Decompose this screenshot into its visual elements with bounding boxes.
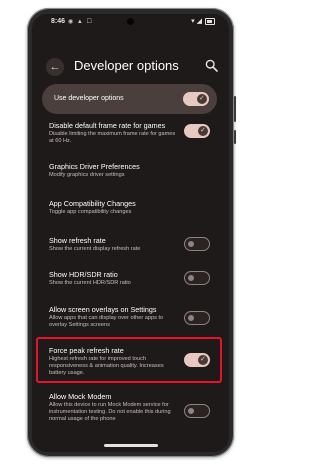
setting-description: Allow this device to run Mock Modem serv… <box>49 402 171 422</box>
setting-description: Disable limiting the maximum frame rate … <box>49 131 176 144</box>
setting-switch[interactable]: ✓ <box>184 353 210 367</box>
setting-title: Force peak refresh rate <box>49 346 124 355</box>
app-bar: ← Developer options <box>32 54 229 80</box>
use-developer-options-label: Use developer options <box>54 95 124 102</box>
front-camera <box>127 18 134 25</box>
setting-title: Show refresh rate <box>49 236 106 245</box>
setting-description: Highest refresh rate for improved touch … <box>49 356 164 376</box>
setting-allow-screen-overlays[interactable]: Allow screen overlays on Settings Allow … <box>32 303 229 335</box>
back-button[interactable]: ← <box>46 58 64 76</box>
phone-screen: 8:46 ◉ ▲ ☐ ▾ ◢ ← Developer options Use d… <box>32 14 229 452</box>
setting-switch[interactable] <box>184 404 210 418</box>
page-title: Developer options <box>74 58 179 73</box>
check-icon: ✓ <box>200 356 206 363</box>
switch-knob: ✓ <box>198 126 208 136</box>
setting-title: Show HDR/SDR ratio <box>49 270 118 279</box>
volume-button <box>234 96 236 122</box>
use-developer-options-bar[interactable]: Use developer options ✓ <box>42 84 217 114</box>
power-button <box>234 130 236 144</box>
setting-switch[interactable]: ✓ <box>184 124 210 138</box>
check-icon: ✓ <box>199 95 205 102</box>
setting-disable-default-frame-rate[interactable]: Disable default frame rate for games Dis… <box>32 119 229 149</box>
battery-icon <box>205 17 215 25</box>
back-arrow-icon: ← <box>49 61 61 73</box>
setting-description: Toggle app compatibility changes <box>49 209 132 215</box>
setting-description: Allow apps that can display over other a… <box>49 315 164 328</box>
notification-icons: ◉ ▲ ☐ <box>68 19 93 25</box>
switch-knob <box>188 240 194 247</box>
switch-knob: ✓ <box>197 94 207 104</box>
setting-title: App Compatibility Changes <box>49 199 136 208</box>
setting-switch[interactable] <box>184 271 210 285</box>
setting-title: Graphics Driver Preferences <box>49 162 140 171</box>
setting-switch[interactable] <box>184 237 210 251</box>
use-developer-options-switch[interactable]: ✓ <box>183 92 209 106</box>
switch-knob <box>188 314 194 321</box>
switch-knob <box>188 274 194 281</box>
wifi-cell-icons: ▾ ◢ <box>191 18 202 25</box>
setting-switch[interactable] <box>184 311 210 325</box>
setting-description: Show the current HDR/SDR ratio <box>49 280 131 286</box>
search-icon <box>205 59 218 72</box>
search-button[interactable] <box>205 59 219 73</box>
setting-title: Disable default frame rate for games <box>49 121 166 130</box>
setting-description: Modify graphics driver settings <box>49 172 125 178</box>
status-time: 8:46 <box>51 18 66 25</box>
switch-knob <box>188 407 194 414</box>
setting-show-refresh-rate[interactable]: Show refresh rate Show the current displ… <box>32 234 229 258</box>
setting-description: Show the current display refresh rate <box>49 246 141 252</box>
gesture-bar[interactable] <box>104 444 158 447</box>
switch-knob: ✓ <box>198 355 208 365</box>
status-right-icons: ▾ ◢ <box>191 17 215 25</box>
setting-show-hdr-sdr-ratio[interactable]: Show HDR/SDR ratio Show the current HDR/… <box>32 268 229 292</box>
setting-title: Allow screen overlays on Settings <box>49 305 157 314</box>
setting-app-compatibility-changes[interactable]: App Compatibility Changes Toggle app com… <box>32 197 229 221</box>
setting-graphics-driver-preferences[interactable]: Graphics Driver Preferences Modify graph… <box>32 160 229 184</box>
check-icon: ✓ <box>200 127 206 134</box>
setting-allow-mock-modem[interactable]: Allow Mock Modem Allow this device to ru… <box>32 390 229 434</box>
setting-force-peak-refresh-rate[interactable]: Force peak refresh rate Highest refresh … <box>32 344 229 382</box>
setting-title: Allow Mock Modem <box>49 392 112 401</box>
status-bar: 8:46 ◉ ▲ ☐ ▾ ◢ <box>32 14 229 30</box>
